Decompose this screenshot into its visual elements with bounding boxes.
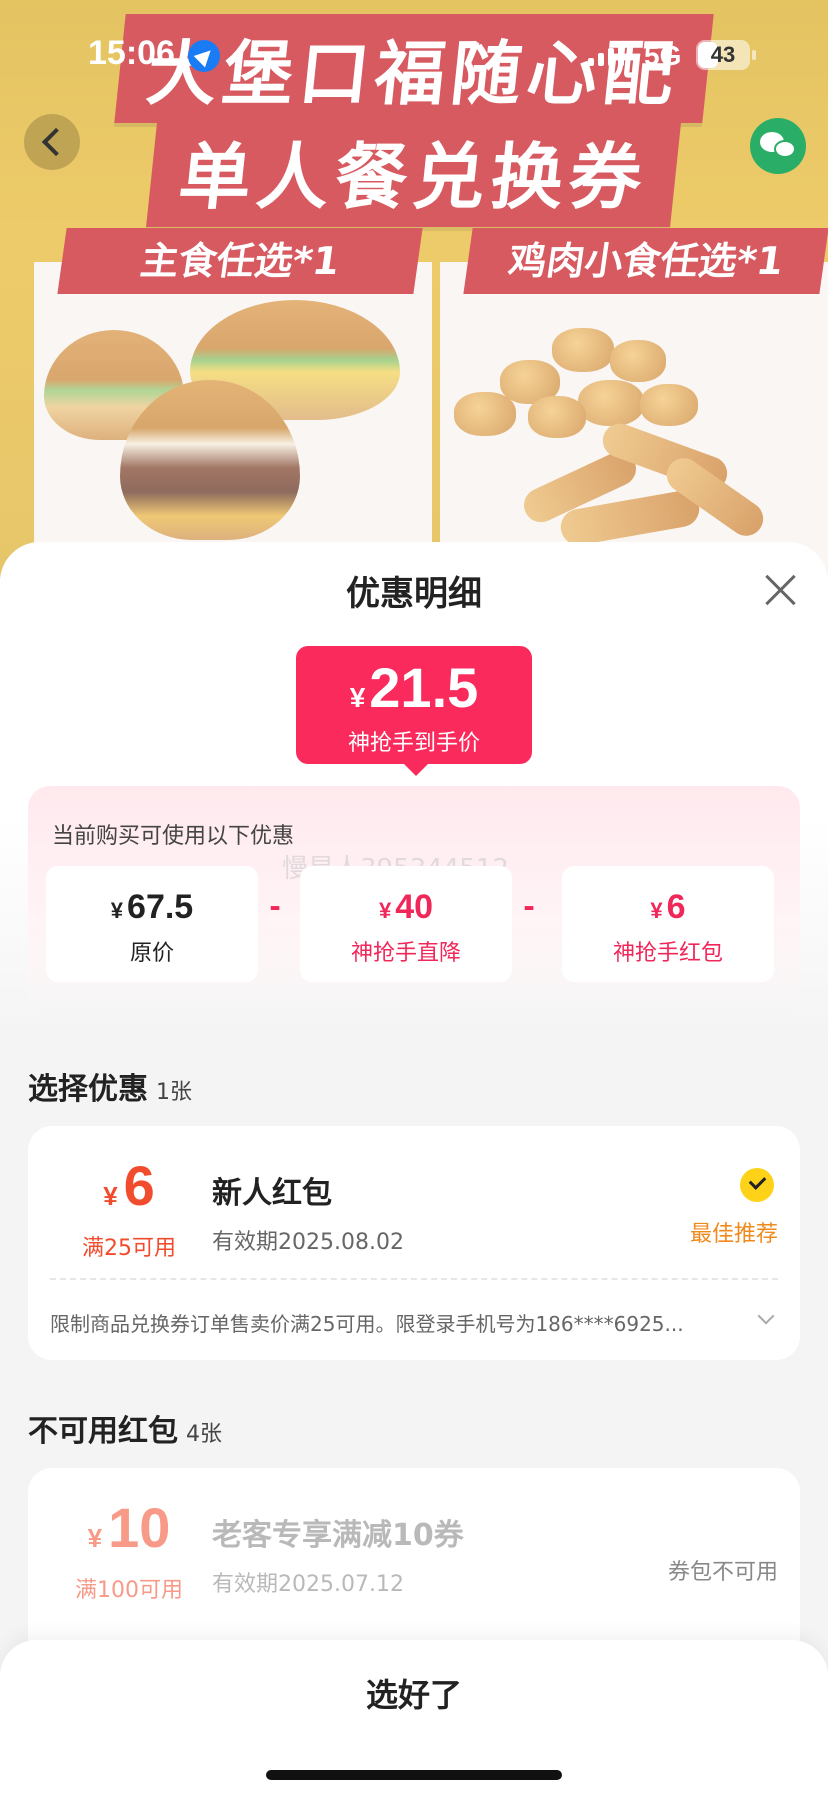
unavailable-count: 4张 [186, 1422, 222, 1447]
coupon-unavailable-status: 券包不可用 [667, 1560, 778, 1585]
original-price-label: 原价 [129, 941, 174, 966]
final-price-value: 21.5 [369, 656, 479, 719]
original-price-value: 67.5 [127, 888, 194, 926]
red-packet-value: 6 [666, 888, 686, 926]
minus-sign: - [523, 890, 535, 923]
best-recommend-badge: 最佳推荐 [689, 1222, 778, 1247]
currency-symbol: ¥ [378, 898, 392, 923]
original-price-item: ¥67.5 原价 [46, 866, 258, 982]
coupon-value: 10 [108, 1496, 171, 1559]
select-discount-heading: 选择优惠 1张 [28, 1064, 192, 1108]
location-icon [188, 40, 220, 72]
close-icon[interactable] [762, 572, 798, 608]
final-price-label: 神抢手到手价 [347, 731, 480, 756]
chevron-down-icon[interactable] [757, 1307, 775, 1325]
minus-sign: - [269, 890, 281, 923]
direct-discount-item: ¥40 神抢手直降 [300, 866, 512, 982]
selected-coupon-card[interactable]: ¥6 满25可用 新人红包 有效期2025.08.02 最佳推荐 限制商品兑换券… [28, 1126, 800, 1360]
status-time: 15:06 [88, 34, 175, 72]
wechat-share-button[interactable] [750, 118, 806, 174]
final-price-amount: ¥21.5 [296, 656, 532, 730]
direct-discount-label: 神抢手直降 [350, 941, 461, 966]
coupon-value: 6 [123, 1154, 155, 1217]
coupon-info: 新人红包 有效期2025.08.02 [212, 1168, 404, 1256]
home-indicator[interactable] [266, 1770, 562, 1780]
unavailable-heading: 不可用红包 4张 [28, 1406, 222, 1450]
sheet-title: 优惠明细 [346, 574, 482, 614]
coupon-value-block: ¥6 满25可用 [28, 1156, 230, 1262]
coupon-name: 新人红包 [212, 1176, 332, 1211]
checkmark-icon[interactable] [740, 1168, 774, 1202]
discount-detail-sheet: 优惠明细 ¥21.5 神抢手到手价 当前购买可使用以下优惠 慢星人3953445… [0, 542, 828, 1795]
select-discount-count: 1张 [156, 1080, 192, 1105]
currency-symbol: ¥ [110, 898, 124, 923]
coupon-condition: 满25可用 [82, 1236, 176, 1261]
confirm-button[interactable]: 选好了 [0, 1640, 828, 1750]
currency-symbol: ¥ [349, 682, 366, 713]
network-type: 5G [644, 40, 682, 71]
signal-icon [588, 44, 624, 66]
breakdown-hint: 当前购买可使用以下优惠 [52, 824, 295, 849]
coupon-rule-text: 限制商品兑换券订单售卖价满25可用。限登录手机号为186****6925... [50, 1312, 684, 1336]
status-bar: 15:06 5G 43 [0, 0, 828, 112]
dashed-divider [50, 1278, 778, 1280]
coupon-condition: 满100可用 [75, 1578, 183, 1603]
coupon-info: 老客专享满减10券 有效期2025.07.12 [212, 1510, 464, 1598]
unavailable-title: 不可用红包 [28, 1414, 178, 1449]
coupon-expiry: 有效期2025.07.12 [212, 1572, 404, 1597]
battery-icon: 43 [696, 40, 756, 70]
battery-level: 43 [710, 42, 736, 67]
back-button[interactable] [24, 114, 80, 170]
currency-symbol: ¥ [650, 898, 663, 923]
currency-symbol: ¥ [103, 1181, 118, 1211]
price-breakdown-card: 当前购买可使用以下优惠 慢星人395344512 ¥67.5 原价 - ¥40 … [28, 786, 800, 1016]
final-price-badge: ¥21.5 神抢手到手价 [296, 646, 532, 776]
direct-discount-value: 40 [395, 888, 434, 926]
coupon-expiry: 有效期2025.08.02 [212, 1230, 404, 1255]
red-packet-label: 神抢手红包 [612, 941, 723, 966]
coupon-name: 老客专享满减10券 [212, 1518, 464, 1553]
coupon-value-block: ¥10 满100可用 [28, 1498, 230, 1604]
red-packet-item: ¥6 神抢手红包 [562, 866, 774, 982]
select-discount-title: 选择优惠 [28, 1072, 148, 1107]
currency-symbol: ¥ [87, 1523, 103, 1553]
